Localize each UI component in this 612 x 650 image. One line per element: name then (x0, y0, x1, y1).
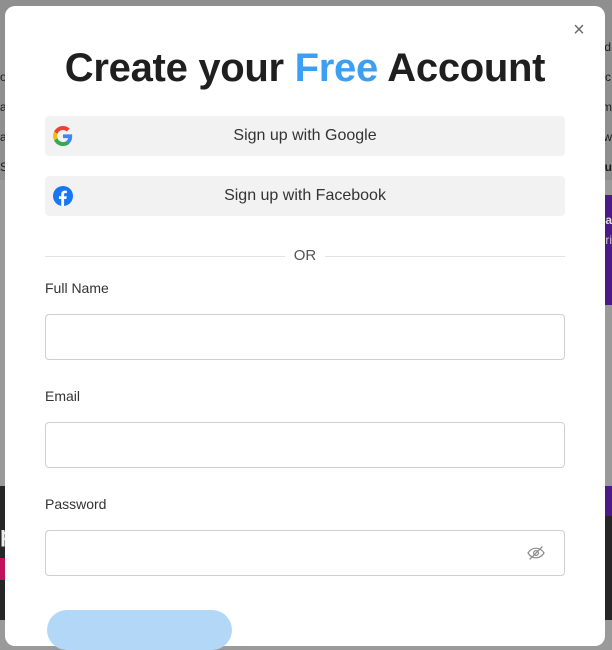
google-signup-label: Sign up with Google (233, 127, 377, 144)
submit-button[interactable] (47, 610, 232, 650)
full-name-input[interactable] (45, 314, 565, 360)
facebook-signup-button[interactable]: Sign up with Facebook (45, 176, 565, 216)
or-divider: OR (45, 246, 565, 266)
password-label: Password (45, 496, 107, 512)
full-name-label: Full Name (45, 280, 109, 296)
background-text-fragment: c (605, 70, 611, 84)
close-button[interactable]: × (569, 20, 589, 40)
background-text-fragment: a (605, 213, 612, 227)
signup-modal: × Create your Free Account Sign up with … (5, 6, 605, 650)
background-text-fragment: d (604, 40, 611, 54)
email-label: Email (45, 388, 81, 404)
title-accent: Free (294, 46, 379, 90)
title-suffix: Account (387, 46, 546, 90)
divider-line-right (325, 256, 565, 257)
google-signup-button[interactable]: Sign up with Google (45, 116, 565, 156)
background-text-fragment: ri (605, 233, 612, 247)
email-input[interactable] (45, 422, 565, 468)
close-icon: × (573, 19, 585, 41)
title-prefix: Create your (64, 46, 284, 90)
facebook-signup-label: Sign up with Facebook (224, 187, 386, 204)
password-input[interactable] (45, 530, 565, 576)
eye-slash-icon[interactable] (526, 545, 546, 561)
modal-title: Create your Free Account (5, 46, 605, 91)
